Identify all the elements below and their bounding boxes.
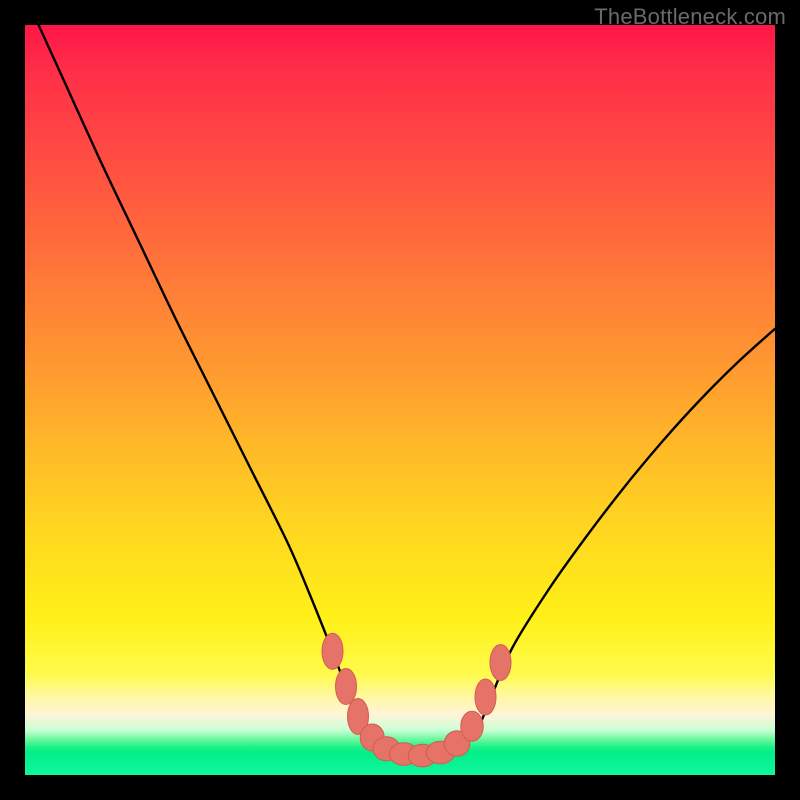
curve-markers xyxy=(322,633,511,767)
watermark-text: TheBottleneck.com xyxy=(594,4,786,30)
chart-frame: TheBottleneck.com xyxy=(0,0,800,800)
curve-marker xyxy=(475,679,496,715)
curve-marker xyxy=(336,669,357,705)
curve-marker xyxy=(490,645,511,681)
chart-svg xyxy=(25,25,775,775)
curve-marker xyxy=(461,711,484,741)
curve-marker xyxy=(322,633,343,669)
bottleneck-curve xyxy=(25,0,775,756)
chart-plot-area xyxy=(25,25,775,775)
